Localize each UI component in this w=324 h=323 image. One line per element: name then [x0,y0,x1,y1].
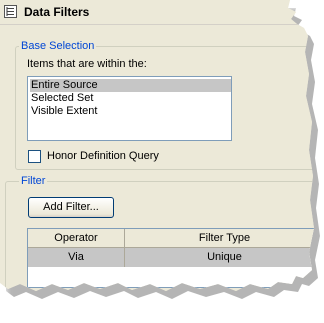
table-icon [4,5,17,18]
window-title: Data Filters [24,5,90,19]
list-item-visible-extent[interactable]: Visible Extent [30,105,97,118]
list-item-selected-set[interactable]: Selected Set [30,92,93,105]
selection-listbox[interactable]: Entire Source Selected Set Visible Exten… [27,76,232,141]
cell-operator[interactable]: Via [28,248,125,267]
honor-definition-query-checkbox[interactable] [28,150,41,163]
items-within-label: Items that are within the: [27,58,147,70]
add-filter-button[interactable]: Add Filter... [28,197,114,218]
column-header-filter-type[interactable]: Filter Type [125,229,314,248]
column-header-operator[interactable]: Operator [28,229,125,248]
list-item-label: Selected Set [31,92,94,104]
title-bar: Data Filters [0,0,314,25]
data-filters-window: Data Filters Base Selection Items that a… [0,0,314,291]
filter-legend: Filter [19,175,48,187]
list-item-label: Visible Extent [31,105,98,117]
honor-definition-query-label[interactable]: Honor Definition Query [47,150,159,162]
base-selection-legend: Base Selection [19,40,97,52]
cell-filter-type[interactable]: Unique [125,248,314,267]
list-item-label: Entire Source [31,79,98,91]
dialog-body: Base Selection Items that are within the… [5,25,314,291]
filter-table[interactable]: Operator Filter Type Via Unique [27,228,314,288]
list-item-entire-source[interactable]: Entire Source [30,79,231,92]
